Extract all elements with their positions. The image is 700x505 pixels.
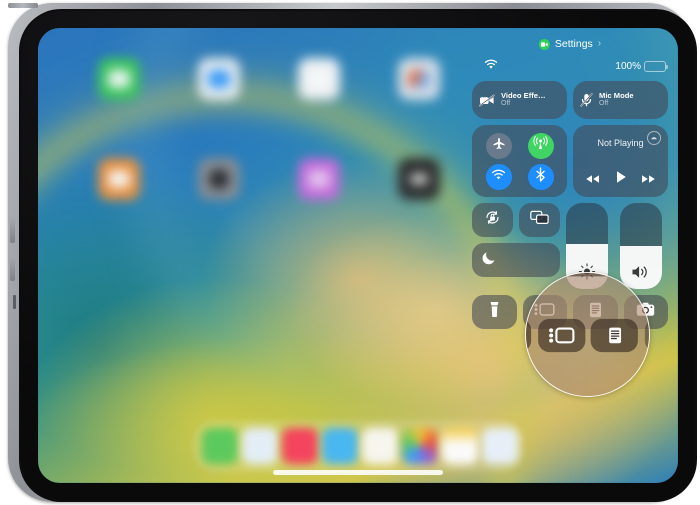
bluetooth-button[interactable] <box>527 164 554 190</box>
focus-button[interactable] <box>472 243 560 277</box>
dock-icon-photos[interactable] <box>402 428 438 464</box>
wifi-button[interactable] <box>485 164 512 190</box>
lock-mirror-row <box>472 203 560 237</box>
wifi-icon <box>484 57 498 75</box>
dock-icon-reminders[interactable] <box>442 428 478 464</box>
wifi-icon <box>491 168 506 186</box>
status-row: 100% <box>472 57 668 75</box>
volume-up-button[interactable] <box>10 217 15 243</box>
ipad-screen: Settings › 100% Video Effe… Off Mic Mode… <box>38 28 678 483</box>
app-icon-messages[interactable] <box>98 58 140 100</box>
connectivity-media-row: Not Playing <box>472 125 668 197</box>
dock-icon-notes[interactable] <box>362 428 398 464</box>
screenshot-root: Settings › 100% Video Effe… Off Mic Mode… <box>0 0 700 505</box>
battery-percent-label: 100% <box>615 60 641 72</box>
airplane-mode-button[interactable] <box>485 133 512 159</box>
app-glyph <box>408 70 430 88</box>
now-playing-tile[interactable]: Not Playing <box>573 125 668 197</box>
app-icon-files[interactable] <box>298 58 340 100</box>
app-icon-photos[interactable] <box>398 58 440 100</box>
connectivity-tile[interactable] <box>472 125 567 197</box>
loupe-content <box>526 273 649 396</box>
app-glyph <box>308 70 330 88</box>
app-glyph <box>308 170 330 188</box>
effects-row: Video Effe… Off Mic Mode Off <box>472 81 668 119</box>
app-icon-app-store[interactable] <box>98 158 140 200</box>
app-glyph <box>208 70 230 88</box>
flashlight-icon <box>489 301 500 323</box>
settings-indicator[interactable]: Settings › <box>538 38 602 50</box>
left-controls-column <box>472 203 560 277</box>
settings-label: Settings <box>554 38 593 50</box>
volume-down-button[interactable] <box>10 255 15 281</box>
power-button[interactable] <box>8 3 38 8</box>
video-slash-icon <box>479 94 495 107</box>
bluetooth-icon <box>535 167 546 187</box>
dock-icon-mail[interactable] <box>322 428 358 464</box>
loupe-flashlight-button[interactable] <box>526 317 531 352</box>
video-effects-status: Off <box>501 100 511 108</box>
airplane-icon <box>492 137 506 156</box>
rotation-lock-icon <box>484 209 501 231</box>
dock-icon-music[interactable] <box>282 428 318 464</box>
control-center-status-bar: Settings › 100% <box>472 33 668 81</box>
magnifier-loupe <box>525 272 650 397</box>
flashlight-button[interactable] <box>472 295 517 329</box>
fast-forward-icon[interactable] <box>641 171 656 189</box>
battery-full-icon <box>644 60 668 72</box>
cellular-data-button[interactable] <box>527 133 554 159</box>
ipad-device-frame: Settings › 100% Video Effe… Off Mic Mode… <box>8 3 697 502</box>
loupe-notes-button[interactable] <box>590 317 639 352</box>
screen-mirroring-button[interactable] <box>519 203 560 237</box>
now-playing-label: Not Playing <box>597 138 644 148</box>
app-glyph <box>209 169 229 189</box>
video-camera-icon <box>538 38 550 50</box>
play-icon[interactable] <box>615 170 627 189</box>
app-icon-podcasts[interactable] <box>298 158 340 200</box>
dock-icon-messages[interactable] <box>202 428 238 464</box>
loupe-stage-manager-button[interactable] <box>536 317 585 352</box>
moon-icon <box>481 250 497 271</box>
mic-slash-icon <box>580 93 593 107</box>
chevron-right-icon: › <box>597 38 602 49</box>
video-effects-title: Video Effe… <box>501 90 546 100</box>
loupe-quick-actions <box>526 317 649 352</box>
smart-connector <box>13 295 16 309</box>
app-icon-tv[interactable] <box>398 158 440 200</box>
battery-indicator: 100% <box>615 60 668 72</box>
dock-icon-facetime[interactable] <box>482 428 518 464</box>
app-icon-settings[interactable] <box>198 158 240 200</box>
mic-mode-title: Mic Mode <box>599 90 634 100</box>
home-screen-app-grid <box>98 58 528 203</box>
app-icon-safari[interactable] <box>198 58 240 100</box>
loupe-upper-tile <box>526 273 649 276</box>
media-controls <box>579 170 662 191</box>
screen-mirroring-icon <box>530 210 549 230</box>
home-indicator[interactable] <box>273 470 443 475</box>
dock-icon-safari[interactable] <box>242 428 278 464</box>
app-glyph <box>410 174 428 184</box>
rewind-icon[interactable] <box>585 171 600 189</box>
video-effects-tile[interactable]: Video Effe… Off <box>472 81 567 119</box>
cellular-antenna-icon <box>533 136 548 156</box>
airplay-icon[interactable] <box>647 131 661 145</box>
magnifier-target-label: Stage Manager <box>0 0 1 1</box>
mic-mode-tile[interactable]: Mic Mode Off <box>573 81 668 119</box>
app-glyph <box>108 70 130 88</box>
rotation-lock-button[interactable] <box>472 203 513 237</box>
mic-mode-status: Off <box>599 100 609 108</box>
app-glyph <box>108 170 130 188</box>
